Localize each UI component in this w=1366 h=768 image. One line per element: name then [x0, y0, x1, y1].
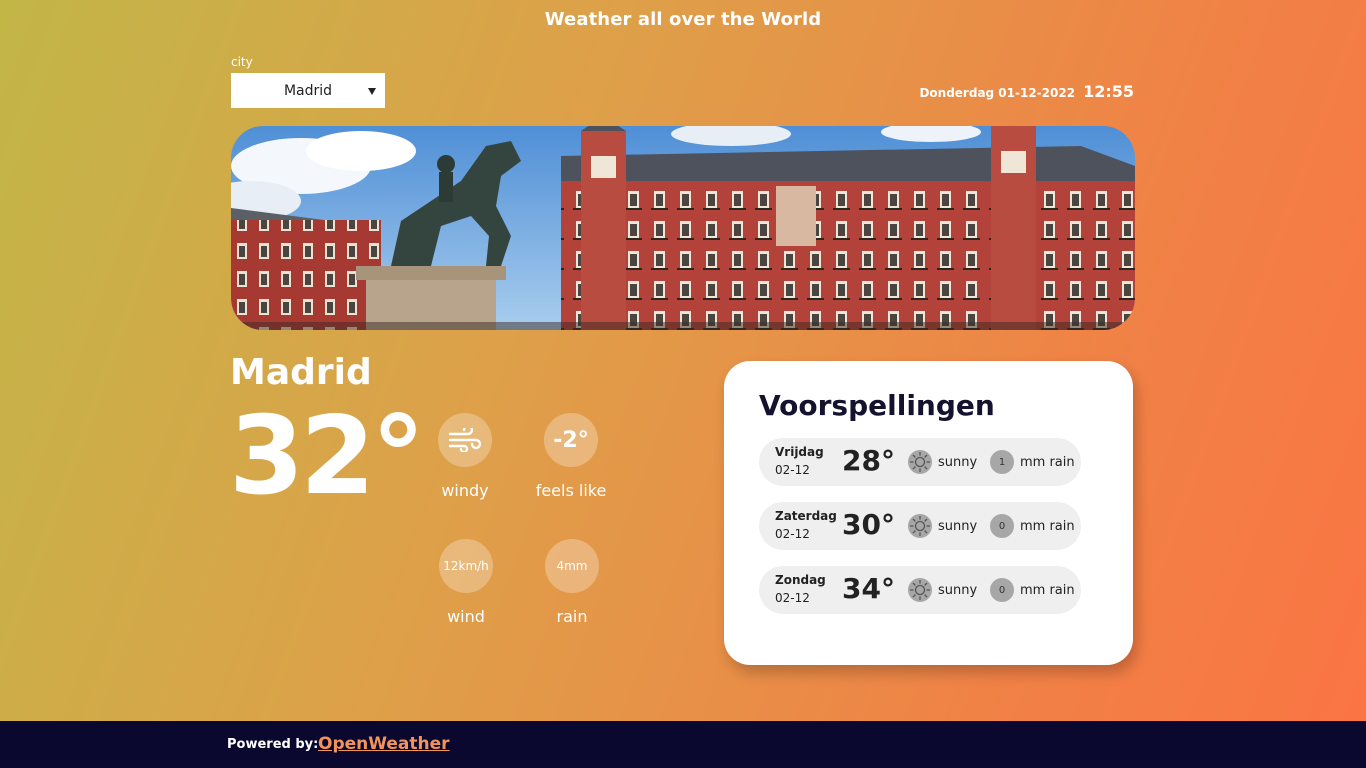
feels-like-value: -2° — [553, 427, 589, 453]
openweather-link[interactable]: OpenWeather — [318, 734, 450, 754]
stat-rain: 4mm rain — [517, 539, 627, 626]
current-date: Donderdag 01-12-2022 — [919, 86, 1076, 100]
city-label: city — [231, 55, 253, 69]
forecast-condition: sunny — [938, 583, 978, 598]
stat-label: windy — [441, 481, 489, 500]
forecast-row: Zaterdag 02-12 30° sunny 0 mm rain — [759, 502, 1081, 550]
sun-icon — [908, 450, 932, 474]
wind-speed-value: 12km/h — [443, 559, 489, 573]
current-time: 12:55 — [1083, 82, 1134, 101]
sun-icon — [908, 578, 932, 602]
forecast-rain-label: mm rain — [1020, 583, 1075, 598]
forecast-condition: sunny — [938, 455, 978, 470]
powered-by-label: Powered by: — [227, 737, 319, 752]
city-hero-image — [231, 126, 1135, 330]
rain-amount-circle: 4mm — [545, 539, 599, 593]
wind-icon — [448, 428, 482, 452]
forecast-rain-count: 1 — [990, 450, 1014, 474]
feels-like-circle: -2° — [544, 413, 598, 467]
forecast-rain-label: mm rain — [1020, 455, 1075, 470]
forecast-title: Voorspellingen — [759, 389, 995, 422]
forecast-day: Zondag — [775, 573, 826, 587]
forecast-row: Vrijdag 02-12 28° sunny 1 mm rain — [759, 438, 1081, 486]
forecast-row: Zondag 02-12 34° sunny 0 mm rain — [759, 566, 1081, 614]
forecast-condition: sunny — [938, 519, 978, 534]
forecast-day: Zaterdag — [775, 509, 837, 523]
forecast-rain-count: 0 — [990, 514, 1014, 538]
forecast-day: Vrijdag — [775, 445, 824, 459]
forecast-date: 02-12 — [775, 591, 810, 605]
forecast-date: 02-12 — [775, 463, 810, 477]
caret-down-icon — [368, 88, 376, 95]
datetime: Donderdag 01-12-2022 12:55 — [919, 82, 1134, 101]
forecast-rain-label: mm rain — [1020, 519, 1075, 534]
current-temperature: 32° — [229, 394, 425, 519]
forecast-temp: 28° — [842, 444, 895, 477]
forecast-temp: 30° — [842, 508, 895, 541]
rain-amount-value: 4mm — [556, 559, 588, 573]
madrid-plaza-image — [231, 126, 1135, 330]
forecast-rain-count: 0 — [990, 578, 1014, 602]
footer: Powered by: OpenWeather — [0, 721, 1366, 768]
stat-feels-like: -2° feels like — [516, 413, 626, 500]
stat-label: rain — [556, 607, 588, 626]
wind-speed-circle: 12km/h — [439, 539, 493, 593]
forecast-date: 02-12 — [775, 527, 810, 541]
forecast-card: Voorspellingen Vrijdag 02-12 28° sunny 1… — [724, 361, 1133, 665]
forecast-temp: 34° — [842, 572, 895, 605]
page-title: Weather all over the World — [544, 9, 822, 30]
wind-icon-circle — [438, 413, 492, 467]
stat-wind: 12km/h wind — [411, 539, 521, 626]
city-select-value: Madrid — [283, 82, 333, 99]
stat-label: wind — [447, 607, 485, 626]
sun-icon — [908, 514, 932, 538]
city-select[interactable]: Madrid — [231, 73, 385, 108]
current-city-name: Madrid — [230, 352, 372, 393]
stat-label: feels like — [535, 481, 607, 500]
stat-windy: windy — [410, 413, 520, 500]
